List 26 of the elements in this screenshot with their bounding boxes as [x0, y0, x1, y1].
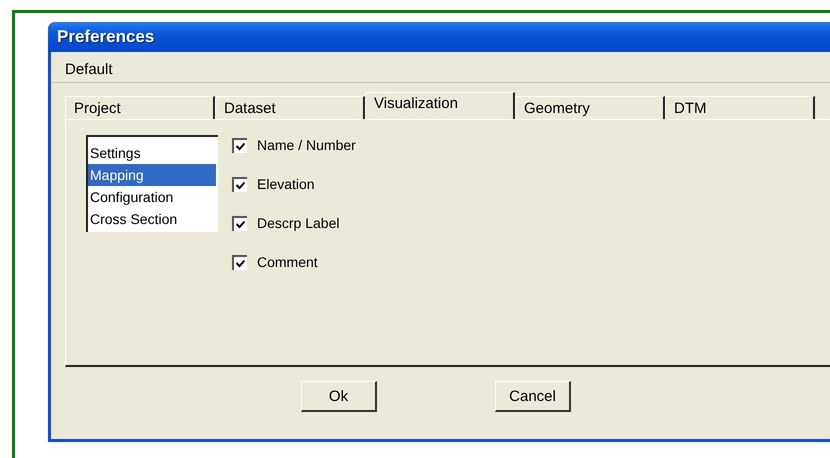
- tab[interactable]: Project: [65, 96, 215, 119]
- checkbox-label: Elevation: [257, 176, 315, 192]
- dialog-button[interactable]: Ok: [301, 381, 377, 412]
- list-item[interactable]: Settings: [88, 142, 216, 164]
- check-icon: [236, 180, 245, 190]
- list-box[interactable]: Settings Mapping Configuration Cross Section: [86, 135, 218, 232]
- check-icon: [236, 258, 245, 268]
- dialog-button[interactable]: Cancel: [495, 381, 571, 412]
- tab[interactable]: Dataset: [215, 96, 365, 119]
- checkbox-label: Descrp Label: [257, 215, 340, 231]
- tab[interactable]: DTM: [665, 96, 815, 119]
- checkbox[interactable]: [232, 176, 247, 192]
- checkbox-label: Name / Number: [257, 137, 356, 153]
- list-item[interactable]: Configuration: [88, 186, 216, 208]
- checkbox[interactable]: [232, 138, 247, 152]
- list-item[interactable]: Mapping: [88, 164, 216, 186]
- checkbox[interactable]: [232, 216, 247, 230]
- checkbox-label: Comment: [257, 254, 318, 270]
- tab[interactable]: Geometry: [515, 96, 665, 119]
- checkbox[interactable]: [232, 254, 247, 270]
- list-item[interactable]: Cross Section: [88, 208, 216, 230]
- menu-item[interactable]: Default: [61, 60, 117, 78]
- check-icon: [236, 142, 245, 150]
- window-title: Preferences: [57, 27, 154, 47]
- check-icon: [236, 220, 245, 228]
- tab[interactable]: Visualization: [365, 92, 515, 119]
